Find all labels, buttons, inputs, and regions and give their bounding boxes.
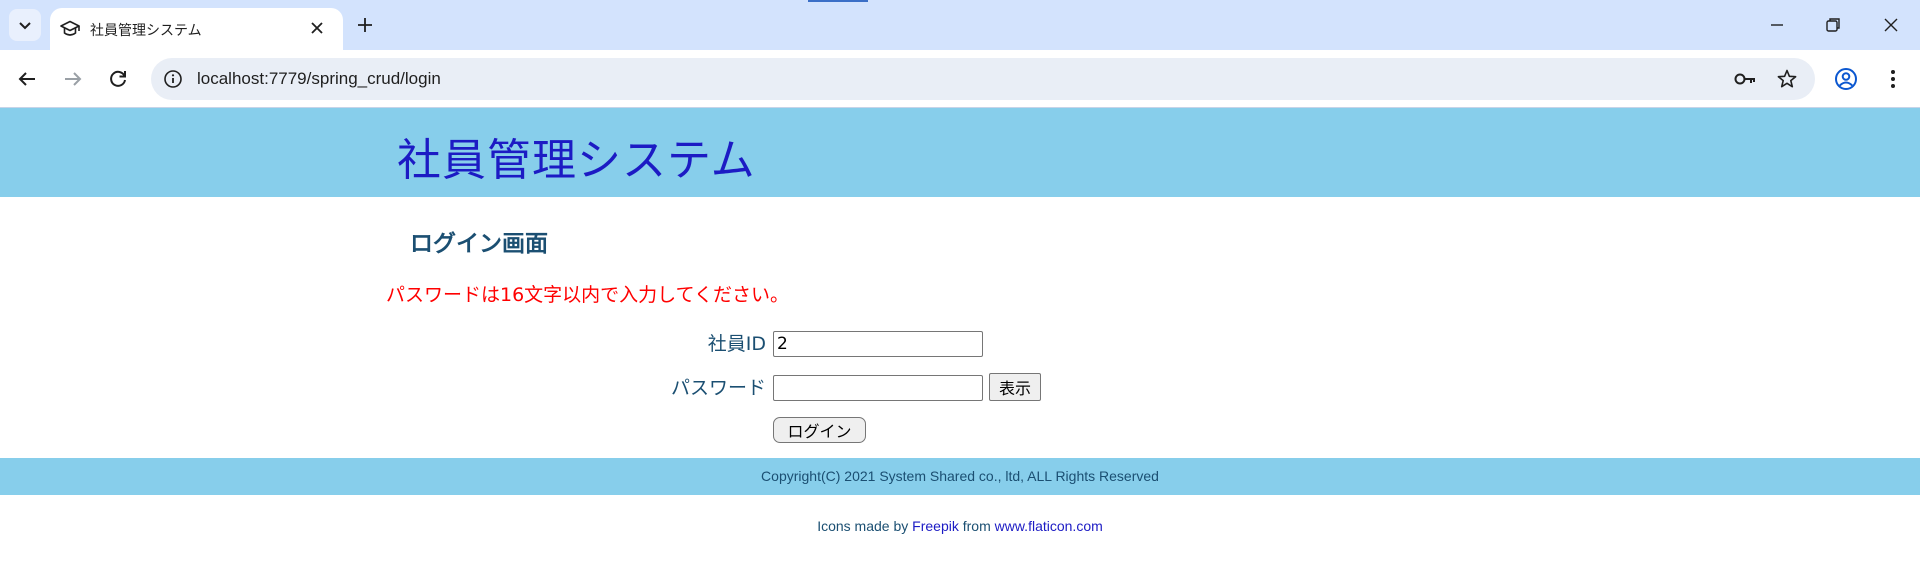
url-text[interactable]: localhost:7779/spring_crud/login xyxy=(197,69,441,89)
site-header: 社員管理システム xyxy=(0,108,1920,197)
credits-middle: from xyxy=(962,518,991,534)
icon-credits: Icons made by Freepik from www.flaticon.… xyxy=(0,518,1920,534)
password-label: パスワード xyxy=(670,377,766,399)
star-icon[interactable] xyxy=(1776,68,1798,90)
forward-icon[interactable] xyxy=(61,67,85,91)
tab-strip-indicator xyxy=(808,0,868,2)
site-title: 社員管理システム xyxy=(397,135,756,186)
browser-tab-bar: 社員管理システム xyxy=(0,0,1920,50)
copyright-text: Copyright(C) 2021 System Shared co., ltd… xyxy=(761,468,1159,484)
restore-icon[interactable] xyxy=(1822,14,1844,36)
key-icon[interactable] xyxy=(1733,68,1757,90)
browser-toolbar: localhost:7779/spring_crud/login xyxy=(0,50,1920,108)
freepik-link[interactable]: Freepik xyxy=(912,518,959,534)
password-field[interactable] xyxy=(773,375,983,401)
tab-search-button[interactable] xyxy=(9,9,41,41)
back-icon[interactable] xyxy=(15,67,39,91)
credits-prefix: Icons made by xyxy=(817,518,909,534)
site-info-icon[interactable] xyxy=(163,69,183,89)
site-footer: Copyright(C) 2021 System Shared co., ltd… xyxy=(0,458,1920,495)
browser-tab[interactable]: 社員管理システム xyxy=(50,8,343,50)
minimize-icon[interactable] xyxy=(1766,14,1788,36)
menu-icon[interactable] xyxy=(1881,67,1905,91)
close-icon[interactable] xyxy=(309,20,325,36)
chevron-down-icon xyxy=(19,22,31,30)
login-button[interactable]: ログイン xyxy=(773,417,866,443)
profile-icon[interactable] xyxy=(1834,67,1858,91)
close-window-icon[interactable] xyxy=(1880,14,1902,36)
reload-icon[interactable] xyxy=(106,67,130,91)
plus-icon[interactable] xyxy=(355,15,375,35)
employee-id-field[interactable] xyxy=(773,331,983,357)
error-message: パスワードは16文字以内で入力してください。 xyxy=(386,284,790,306)
graduation-cap-icon xyxy=(60,20,80,36)
address-bar[interactable]: localhost:7779/spring_crud/login xyxy=(151,58,1815,100)
flaticon-link[interactable]: www.flaticon.com xyxy=(995,518,1103,534)
show-password-button[interactable]: 表示 xyxy=(989,373,1041,401)
employee-id-label: 社員ID xyxy=(707,333,766,355)
tab-title: 社員管理システム xyxy=(90,23,202,39)
page-title: ログイン画面 xyxy=(410,231,548,257)
